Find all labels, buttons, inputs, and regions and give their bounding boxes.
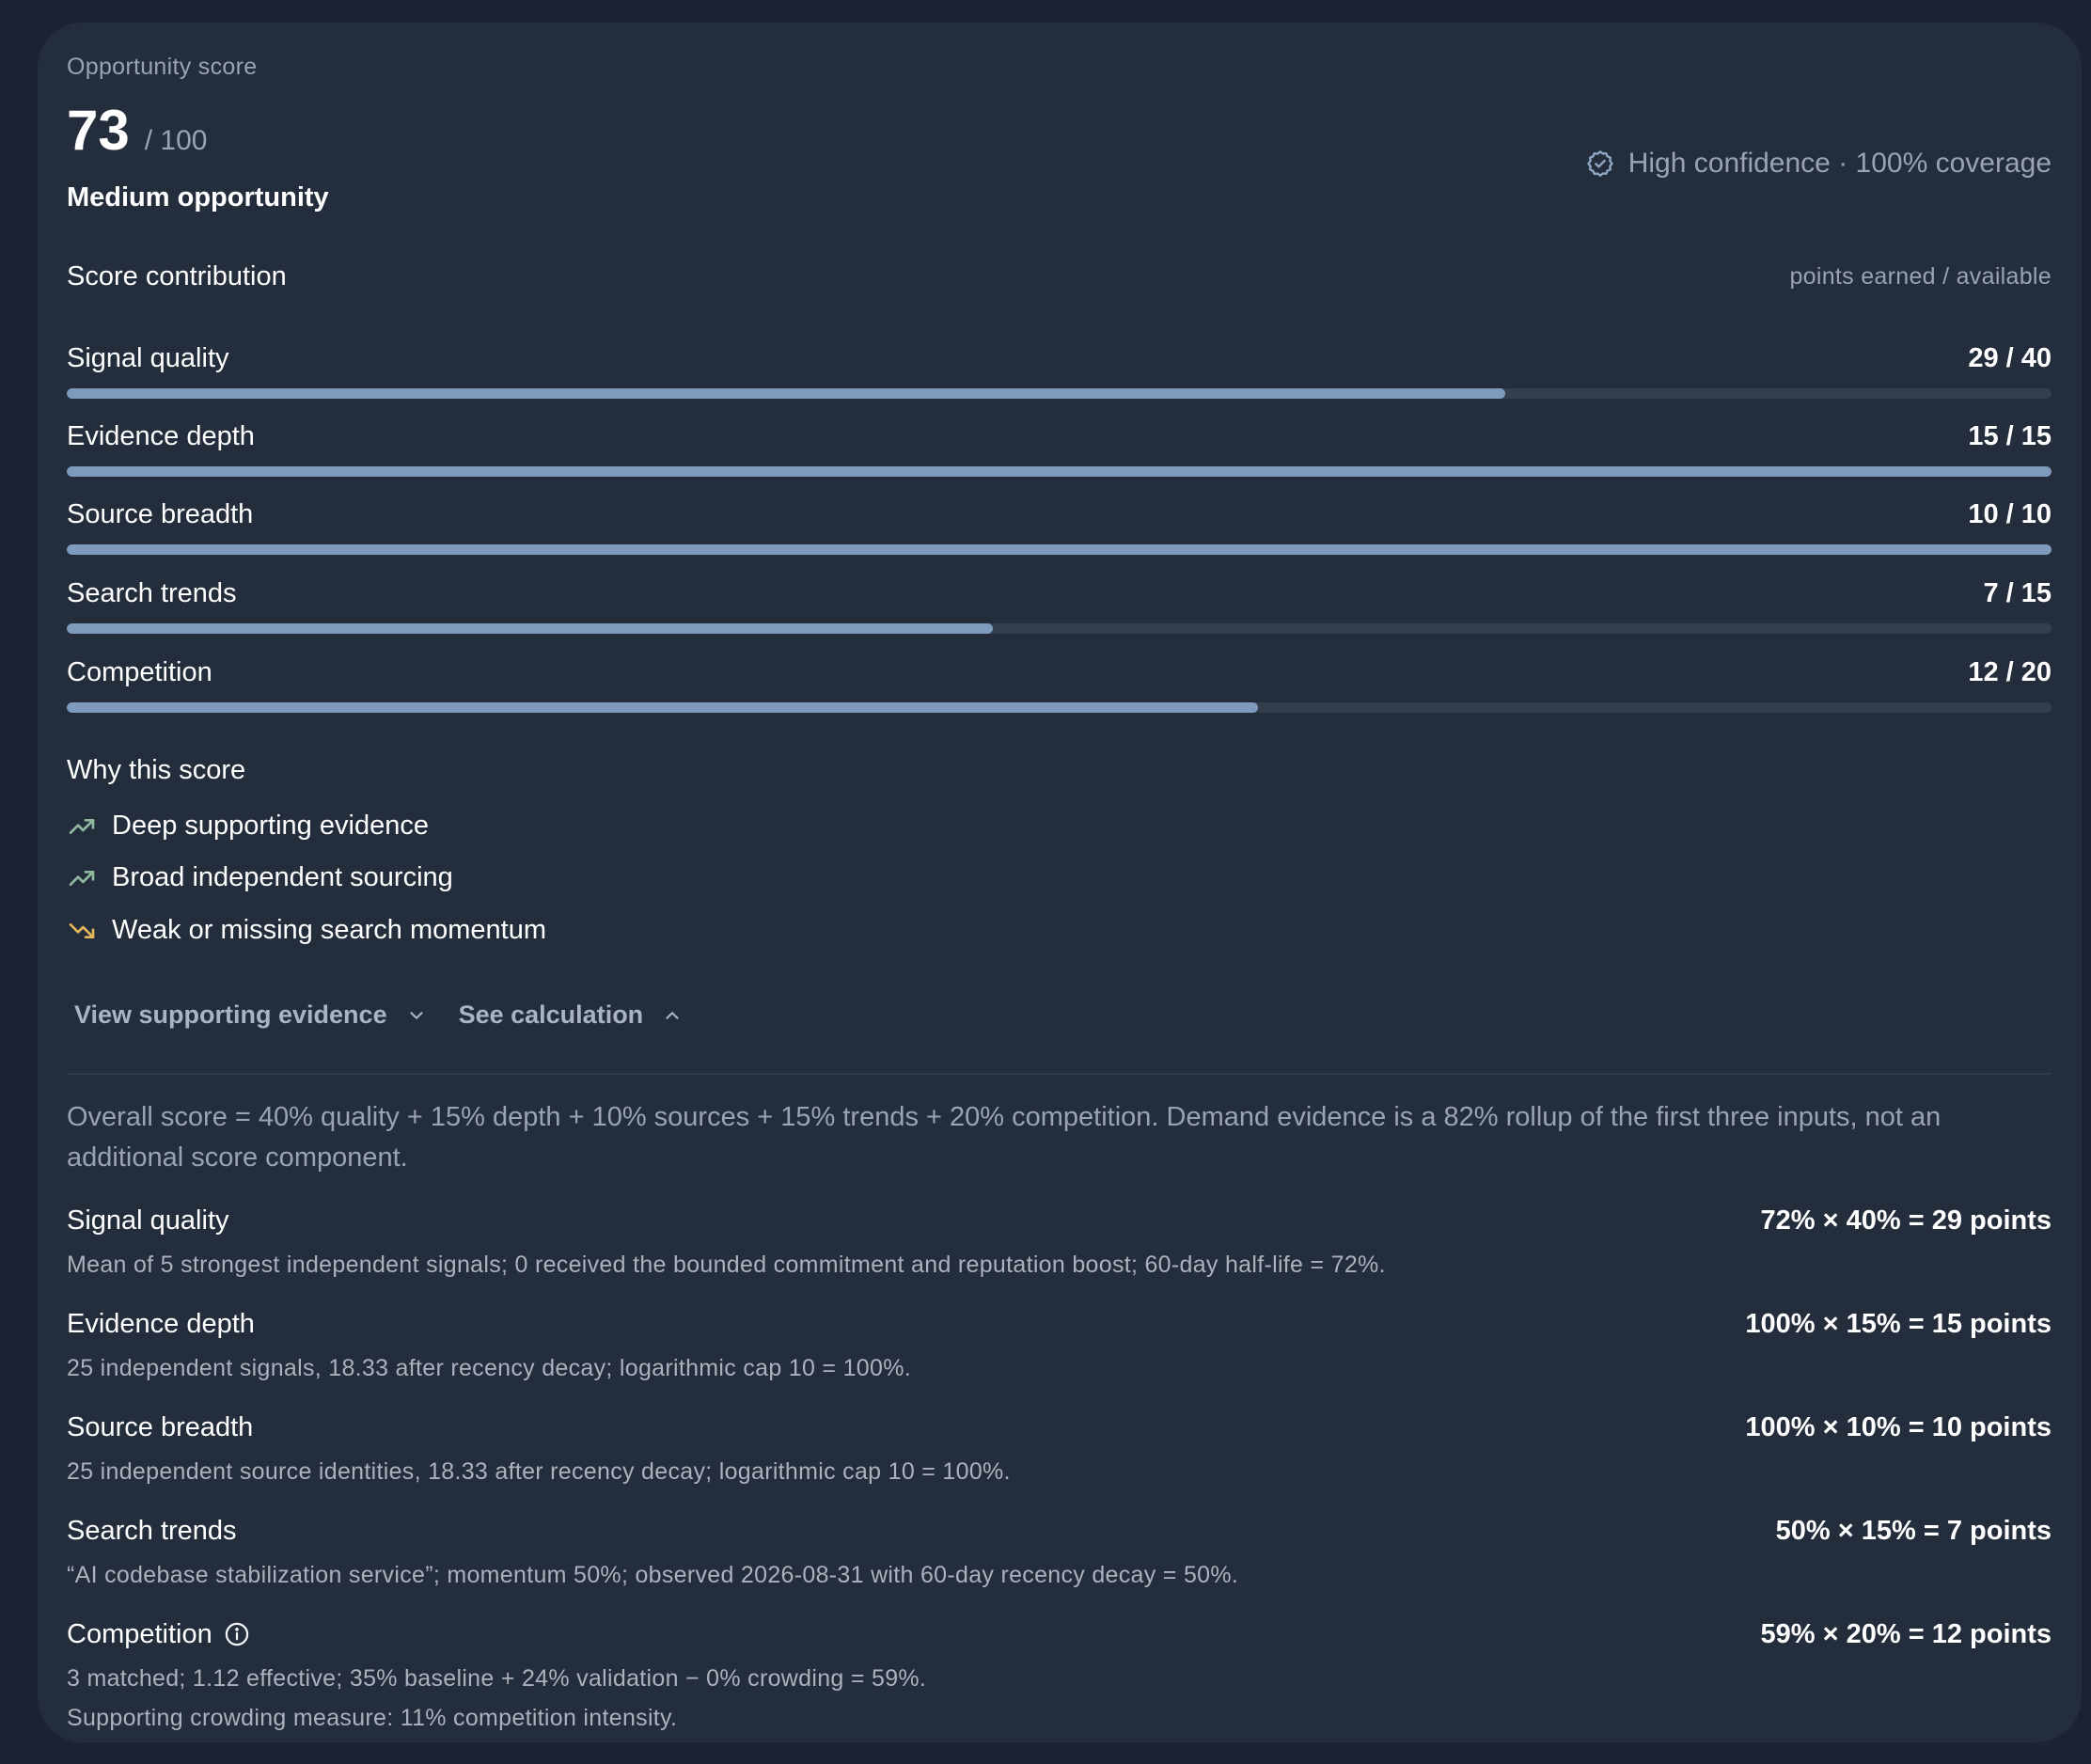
contribution-value: 7 / 15 [1983, 577, 2052, 608]
trend-up-icon [69, 870, 95, 886]
contribution-row-evidence-depth: Evidence depth 15 / 15 [67, 417, 2052, 477]
calc-note: “AI codebase stabilization service”; mom… [67, 1562, 1239, 1588]
opportunity-tier: Medium opportunity [67, 182, 329, 213]
trend-up-icon [69, 818, 95, 834]
progress-track [67, 388, 2052, 399]
progress-fill [67, 623, 994, 634]
progress-track [67, 466, 2052, 477]
contribution-label: Evidence depth [67, 420, 255, 451]
progress-fill [67, 466, 2052, 477]
why-item: Weak or missing search momentum [67, 915, 546, 946]
chevron-down-icon [409, 1011, 423, 1019]
why-text: Weak or missing search momentum [112, 915, 547, 945]
calc-note: 25 independent source identities, 18.33 … [67, 1458, 1011, 1485]
calc-label: Competition [67, 1618, 212, 1649]
contribution-row-search-trends: Search trends 7 / 15 [67, 575, 2052, 634]
confidence-badge: High confidence · 100% coverage [1585, 148, 2052, 180]
progress-fill [67, 544, 2052, 555]
calc-label: Evidence depth [67, 1308, 255, 1339]
why-text: Deep supporting evidence [112, 811, 429, 841]
calc-row-competition: Competition 59% × 20% = 12 points 3 matc… [67, 1615, 2052, 1738]
calc-note-secondary: Supporting crowding measure: 11% competi… [67, 1705, 678, 1731]
why-item: Broad independent sourcing [67, 862, 453, 893]
calc-label: Signal quality [67, 1205, 229, 1236]
calc-value: 100% × 10% = 10 points [1745, 1411, 2052, 1442]
score-contribution-header: Score contribution points earned / avail… [67, 261, 2052, 292]
action-label: View supporting evidence [74, 1000, 387, 1029]
calc-value: 50% × 15% = 7 points [1775, 1515, 2052, 1546]
chevron-up-icon [666, 1011, 679, 1019]
progress-track [67, 623, 2052, 634]
trend-down-icon [69, 922, 95, 938]
contribution-value: 12 / 20 [1968, 656, 2052, 687]
score-max: / 100 [144, 125, 208, 156]
calc-row-signal-quality: Signal quality 72% × 40% = 29 points Mea… [67, 1202, 2052, 1284]
progress-fill [67, 388, 1506, 399]
calc-note: 25 independent signals, 18.33 after rece… [67, 1355, 911, 1381]
why-text: Broad independent sourcing [112, 862, 453, 892]
info-icon[interactable] [224, 1621, 250, 1647]
progress-track [67, 544, 2052, 555]
calc-note: Mean of 5 strongest independent signals;… [67, 1252, 1386, 1278]
calc-row-source-breadth: Source breadth 100% × 10% = 10 points 25… [67, 1409, 2052, 1491]
contribution-label: Search trends [67, 577, 237, 608]
calc-label-wrap: Competition [67, 1619, 250, 1650]
calc-label: Search trends [67, 1515, 237, 1546]
contribution-value: 15 / 15 [1968, 420, 2052, 451]
opportunity-score-card: Opportunity score 73 / 100 Medium opport… [38, 23, 2082, 1742]
contribution-label: Signal quality [67, 342, 229, 373]
action-label: See calculation [458, 1000, 644, 1029]
divider [67, 1073, 2052, 1075]
calc-value: 100% × 15% = 15 points [1745, 1308, 2052, 1339]
card-eyebrow: Opportunity score [67, 54, 258, 80]
progress-fill [67, 702, 1258, 713]
contribution-row-competition: Competition 12 / 20 [67, 654, 2052, 713]
contribution-legend: points earned / available [1789, 263, 2052, 290]
calculation-formula: Overall score = 40% quality + 15% depth … [67, 1102, 1942, 1173]
why-item: Deep supporting evidence [67, 811, 429, 842]
contribution-value: 10 / 10 [1968, 498, 2052, 529]
progress-track [67, 702, 2052, 713]
section-title: Score contribution [67, 261, 287, 291]
contribution-row-signal-quality: Signal quality 29 / 40 [67, 339, 2052, 399]
confidence-text: High confidence · 100% coverage [1627, 148, 2052, 179]
calc-row-evidence-depth: Evidence depth 100% × 15% = 15 points 25… [67, 1305, 2052, 1388]
see-calculation-button[interactable]: See calculation [459, 1000, 684, 1030]
calc-note: 3 matched; 1.12 effective; 35% baseline … [67, 1665, 927, 1692]
why-section-title: Why this score [67, 755, 246, 785]
contribution-label: Competition [67, 656, 212, 687]
contribution-value: 29 / 40 [1968, 342, 2052, 373]
calc-label: Source breadth [67, 1411, 254, 1442]
score-display: 73 / 100 [67, 102, 207, 159]
contribution-label: Source breadth [67, 498, 254, 529]
view-supporting-evidence-button[interactable]: View supporting evidence [74, 1000, 427, 1030]
calc-value: 72% × 40% = 29 points [1760, 1205, 2052, 1236]
calc-value: 59% × 20% = 12 points [1760, 1618, 2052, 1649]
contribution-row-source-breadth: Source breadth 10 / 10 [67, 496, 2052, 555]
badge-check-icon [1586, 150, 1613, 177]
card-actions: View supporting evidence See calculation [74, 1000, 715, 1030]
calc-row-search-trends: Search trends 50% × 15% = 7 points “AI c… [67, 1512, 2052, 1595]
score-value: 73 [67, 99, 130, 162]
